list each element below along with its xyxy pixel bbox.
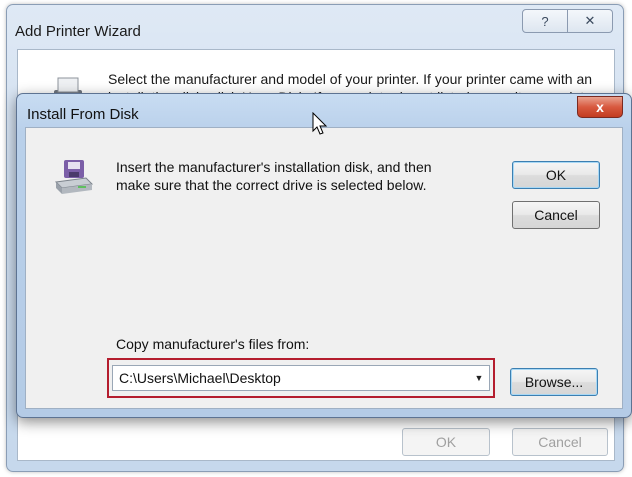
path-combobox[interactable]: C:\Users\Michael\Desktop ▼: [112, 365, 490, 391]
path-input[interactable]: C:\Users\Michael\Desktop: [113, 370, 469, 386]
close-icon: ✕: [584, 13, 596, 28]
wizard-cancel-button[interactable]: Cancel: [512, 428, 608, 456]
dialog-client-area: Insert the manufacturer's installation d…: [25, 127, 623, 409]
wizard-ok-button[interactable]: OK: [402, 428, 490, 456]
disk-drive-icon: [54, 160, 94, 194]
wizard-title: Add Printer Wizard: [15, 23, 141, 40]
mouse-cursor-icon: [312, 112, 328, 135]
wizard-title-buttons: ? ✕: [522, 9, 613, 33]
dropdown-arrow-icon[interactable]: ▼: [469, 373, 489, 383]
browse-button[interactable]: Browse...: [510, 368, 598, 396]
ok-button[interactable]: OK: [512, 161, 600, 189]
dialog-title: Install From Disk: [27, 106, 139, 123]
dialog-message: Insert the manufacturer's installation d…: [116, 159, 432, 193]
dialog-close-button[interactable]: x: [577, 96, 623, 118]
help-button[interactable]: ?: [522, 9, 568, 33]
question-icon: ?: [541, 13, 549, 29]
copy-files-label: Copy manufacturer's files from:: [116, 336, 310, 352]
install-from-disk-dialog: Install From Disk x Insert the manufactu…: [16, 93, 632, 418]
wizard-close-button[interactable]: ✕: [568, 9, 613, 33]
cancel-button[interactable]: Cancel: [512, 201, 600, 229]
close-icon: x: [596, 99, 604, 115]
